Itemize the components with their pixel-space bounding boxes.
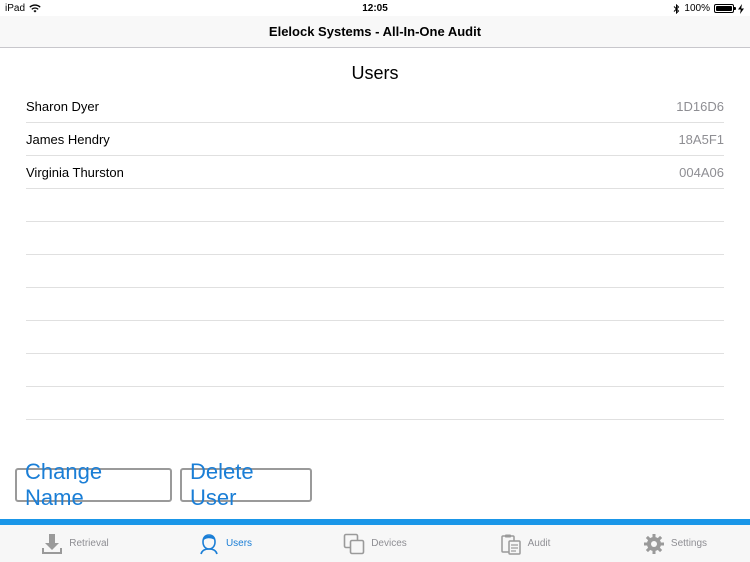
clipboard-icon [500, 534, 521, 555]
tab-users[interactable]: Users [150, 525, 300, 562]
gear-icon [643, 533, 664, 554]
empty-row [26, 222, 724, 255]
empty-row [26, 189, 724, 222]
user-icon [200, 533, 218, 554]
status-right: 100% [673, 3, 744, 14]
navigation-bar: Elelock Systems - All-In-One Audit [0, 16, 750, 48]
user-name: James Hendry [26, 131, 110, 147]
bluetooth-icon [674, 3, 680, 14]
empty-row [26, 387, 724, 420]
empty-row [26, 321, 724, 354]
table-row[interactable]: James Hendry 18A5F1 [26, 123, 724, 156]
devices-icon [343, 533, 365, 554]
empty-row [26, 354, 724, 387]
tab-label: Audit [527, 538, 551, 549]
users-table: Sharon Dyer 1D16D6 James Hendry 18A5F1 V… [26, 90, 724, 420]
table-row[interactable]: Sharon Dyer 1D16D6 [26, 90, 724, 123]
status-time: 12:05 [362, 3, 388, 14]
delete-user-button[interactable]: Delete User [180, 459, 312, 510]
tab-label: Users [225, 538, 253, 549]
tab-retrieval[interactable]: Retrieval [0, 525, 150, 562]
download-icon [42, 533, 63, 554]
page-title: Users [351, 63, 399, 83]
battery-percent: 100% [684, 3, 710, 14]
user-code: 004A06 [679, 164, 724, 180]
tab-label: Retrieval [69, 538, 109, 549]
tab-label: Settings [670, 538, 708, 549]
tab-devices[interactable]: Devices [300, 525, 450, 562]
battery-icon [714, 4, 736, 13]
tab-settings[interactable]: Settings [600, 525, 750, 562]
nav-title: Elelock Systems - All-In-One Audit [268, 24, 482, 39]
user-code: 1D16D6 [676, 98, 724, 114]
empty-row [26, 288, 724, 321]
charging-icon [738, 3, 744, 14]
user-code: 18A5F1 [678, 131, 724, 147]
status-bar: iPad 12:05 100% [0, 0, 750, 16]
tab-bar: Retrieval Users Devices Audit Settings [0, 525, 750, 562]
change-name-button[interactable]: Change Name [15, 459, 172, 510]
user-name: Virginia Thurston [26, 164, 124, 180]
table-row[interactable]: Virginia Thurston 004A06 [26, 156, 724, 189]
tab-audit[interactable]: Audit [450, 525, 600, 562]
tab-label: Devices [371, 538, 407, 549]
user-name: Sharon Dyer [26, 98, 99, 114]
empty-row [26, 255, 724, 288]
